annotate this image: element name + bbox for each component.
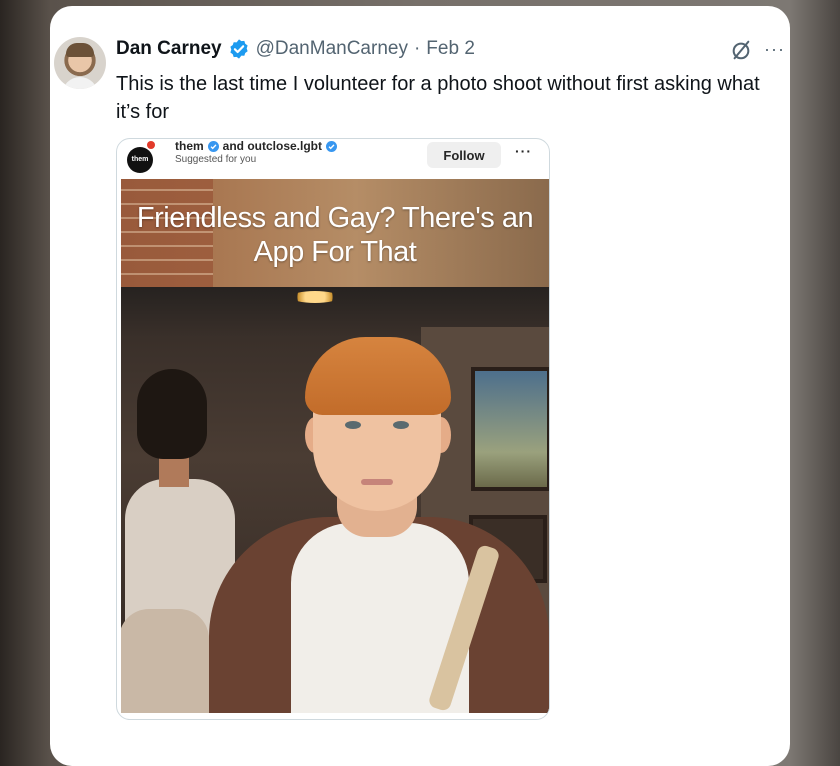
verified-badge-icon: [207, 140, 219, 152]
header-separator: ·: [413, 38, 421, 59]
post-photo: Friendless and Gay? There's an App For T…: [121, 179, 549, 713]
subject-mouth: [361, 479, 393, 485]
grok-icon[interactable]: [730, 39, 752, 61]
more-options-icon[interactable]: ···: [515, 143, 532, 159]
subject-hair: [305, 337, 451, 415]
tweet-card[interactable]: Dan Carney @DanManCarney · Feb 2 ··· Thi…: [50, 6, 790, 766]
ig-accounts: them and outclose.lgbt: [175, 139, 338, 153]
author-name[interactable]: Dan Carney: [116, 38, 222, 60]
subject-eye: [345, 421, 361, 429]
account-outclose: and outclose.lgbt: [222, 139, 323, 153]
story-ring-icon: [147, 141, 155, 149]
verified-badge-icon: [326, 140, 338, 152]
tweet-header: Dan Carney @DanManCarney · Feb 2: [116, 37, 475, 61]
background-head: [137, 369, 207, 459]
post-headline: Friendless and Gay? There's an App For T…: [136, 202, 534, 268]
account-them: them: [175, 139, 204, 153]
more-options-icon[interactable]: ···: [764, 40, 785, 58]
subject-eye: [393, 421, 409, 429]
ceiling-lamp: [291, 291, 339, 303]
portrait-subject: [209, 317, 549, 713]
follow-button[interactable]: Follow: [427, 142, 501, 168]
suggested-label: Suggested for you: [175, 154, 257, 165]
background-arm: [121, 609, 209, 713]
verified-badge-icon: [229, 39, 248, 59]
avatar-shirt: [62, 77, 98, 89]
avatar-hair: [66, 43, 94, 57]
author-handle[interactable]: @DanManCarney: [256, 38, 408, 60]
tweet-date[interactable]: Feb 2: [426, 38, 475, 60]
tweet-text: This is the last time I volunteer for a …: [116, 73, 760, 123]
embedded-image[interactable]: them them and outclose.lgbt Suggested fo…: [116, 138, 550, 720]
author-avatar[interactable]: [54, 37, 106, 89]
headline-banner: Friendless and Gay? There's an App For T…: [121, 179, 549, 287]
party-scene: [121, 287, 549, 713]
them-logo: them: [127, 147, 153, 173]
